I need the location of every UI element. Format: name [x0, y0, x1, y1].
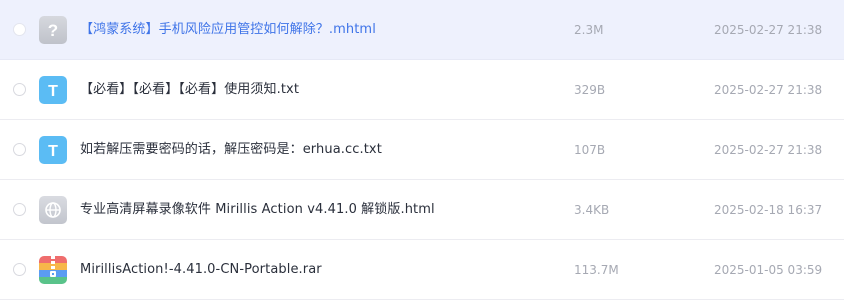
- file-name[interactable]: MirillisAction!-4.41.0-CN-Portable.rar: [80, 240, 322, 300]
- file-name[interactable]: 如若解压需要密码的话，解压密码是：erhua.cc.txt: [80, 120, 382, 180]
- file-row[interactable]: 专业高清屏幕录像软件 Mirillis Action v4.41.0 解锁版.h…: [0, 180, 844, 240]
- file-size: 329B: [574, 83, 606, 97]
- row-checkbox[interactable]: [13, 143, 26, 156]
- file-date: 2025-02-27 21:38: [714, 83, 823, 97]
- file-date: 2025-02-18 16:37: [714, 203, 823, 217]
- svg-text:T: T: [48, 143, 58, 160]
- row-checkbox[interactable]: [13, 263, 26, 276]
- file-size: 113.7M: [574, 263, 619, 277]
- file-row[interactable]: MirillisAction!-4.41.0-CN-Portable.rar 1…: [0, 240, 844, 300]
- file-date: 2025-01-05 03:59: [714, 263, 823, 277]
- file-date: 2025-02-27 21:38: [714, 143, 823, 157]
- text-file-icon: T: [38, 135, 68, 165]
- text-file-icon: T: [38, 75, 68, 105]
- file-list: ? 【鸿蒙系统】手机风险应用管控如何解除？.mhtml 2.3M 2025-02…: [0, 0, 844, 300]
- row-checkbox[interactable]: [13, 83, 26, 96]
- file-size: 2.3M: [574, 23, 604, 37]
- web-file-icon: [38, 195, 68, 225]
- archive-file-icon: [38, 255, 68, 285]
- unknown-file-icon: ?: [38, 15, 68, 45]
- file-size: 107B: [574, 143, 606, 157]
- file-row[interactable]: T 【必看】【必看】【必看】使用须知.txt 329B 2025-02-27 2…: [0, 60, 844, 120]
- file-name[interactable]: 【必看】【必看】【必看】使用须知.txt: [80, 60, 299, 120]
- file-name[interactable]: 【鸿蒙系统】手机风险应用管控如何解除？.mhtml: [80, 0, 376, 60]
- file-date: 2025-02-27 21:38: [714, 23, 823, 37]
- row-checkbox[interactable]: [13, 23, 26, 36]
- file-size: 3.4KB: [574, 203, 610, 217]
- svg-text:?: ?: [48, 21, 58, 40]
- file-row[interactable]: T 如若解压需要密码的话，解压密码是：erhua.cc.txt 107B 202…: [0, 120, 844, 180]
- row-checkbox[interactable]: [13, 203, 26, 216]
- svg-text:T: T: [48, 83, 58, 100]
- file-name[interactable]: 专业高清屏幕录像软件 Mirillis Action v4.41.0 解锁版.h…: [80, 180, 435, 240]
- file-row[interactable]: ? 【鸿蒙系统】手机风险应用管控如何解除？.mhtml 2.3M 2025-02…: [0, 0, 844, 60]
